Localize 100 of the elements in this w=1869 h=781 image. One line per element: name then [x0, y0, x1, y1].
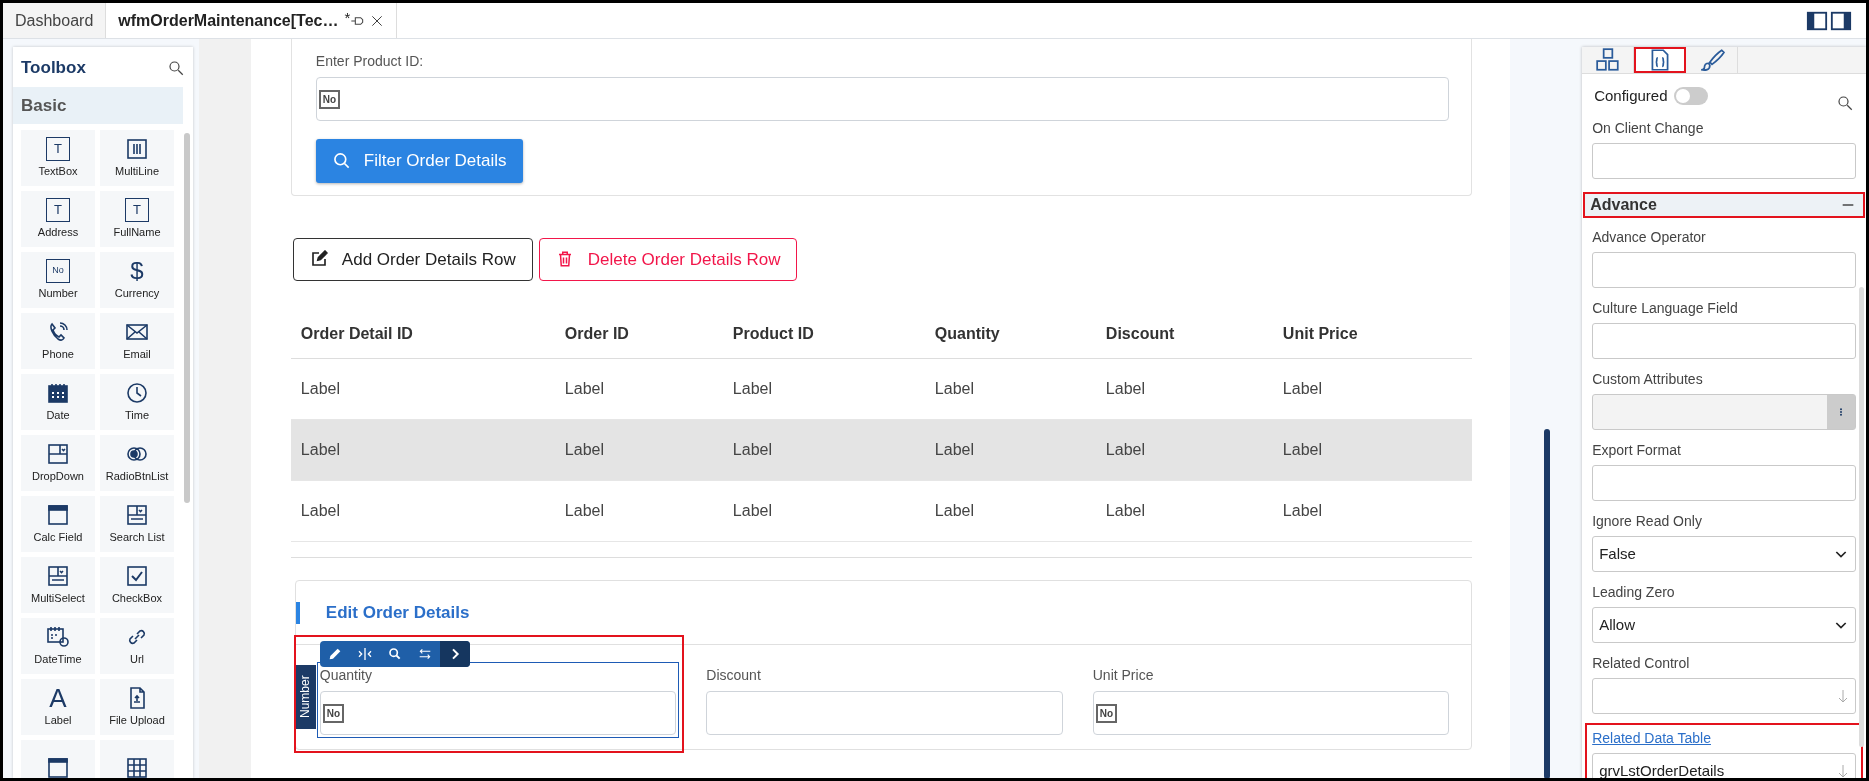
- toolbox-item[interactable]: CheckBox: [100, 557, 174, 613]
- edit-icon: [309, 250, 328, 269]
- toggle-switch[interactable]: [1673, 87, 1708, 105]
- table-cell-text: Label: [1282, 501, 1323, 521]
- input-field[interactable]: [706, 691, 1063, 735]
- delete-button[interactable]: Delete Order Details Row: [538, 237, 798, 281]
- input-field[interactable]: No: [1092, 691, 1450, 735]
- column-header: Product ID: [732, 323, 815, 344]
- input-field[interactable]: [1592, 465, 1856, 501]
- toolbox-item[interactable]: T FullName: [100, 191, 174, 247]
- input-field[interactable]: [1592, 323, 1856, 359]
- toolbox-item[interactable]: Date: [21, 374, 95, 430]
- form-field[interactable]: Discount: [706, 665, 1063, 735]
- table-cell-text: Label: [300, 501, 341, 521]
- column-header: Quantity: [934, 323, 1001, 344]
- group-header[interactable]: Basic: [13, 86, 183, 124]
- select-field[interactable]: False: [1592, 536, 1856, 572]
- input-field[interactable]: [1592, 143, 1856, 179]
- toolbox-item[interactable]: Phone: [21, 313, 95, 369]
- item-label: Address: [37, 224, 79, 240]
- panel-tab[interactable]: [1634, 47, 1687, 73]
- item-label: Date: [46, 407, 70, 423]
- table-cell-text: Label: [732, 379, 773, 399]
- toolbox-item[interactable]: Email: [100, 313, 174, 369]
- table-cell-text: Label: [564, 379, 605, 399]
- toolbox-item[interactable]: MultiLine: [100, 130, 174, 186]
- scrollbar[interactable]: [1859, 287, 1864, 747]
- field-label: Leading Zero: [1592, 583, 1676, 602]
- toolbox-item[interactable]: No Number: [21, 252, 95, 308]
- input-field[interactable]: No: [319, 691, 677, 735]
- field-label: Quantity: [319, 666, 373, 685]
- form-field[interactable]: Unit Price No: [1092, 665, 1450, 735]
- field-label: On Client Change: [1592, 119, 1705, 138]
- table-cell-text: Label: [300, 379, 341, 399]
- panel-layout-icon[interactable]: [1830, 9, 1852, 32]
- scrollbar[interactable]: [1544, 429, 1551, 778]
- split-icon[interactable]: [356, 646, 373, 662]
- search-icon[interactable]: [1836, 94, 1854, 112]
- scrollbar[interactable]: [183, 133, 190, 503]
- input-field[interactable]: grvLstOrderDetails: [1592, 753, 1856, 778]
- item-label: TextBox: [38, 163, 78, 179]
- toolbox-item[interactable]: RadioBtnList: [100, 435, 174, 491]
- letter-icon: A: [49, 685, 67, 710]
- currency-icon: $: [130, 258, 144, 283]
- panel-layout-icon[interactable]: [1806, 9, 1828, 32]
- add-button[interactable]: Add Order Details Row: [292, 237, 533, 281]
- item-label: Search List: [109, 529, 165, 545]
- item-label: Currency: [114, 285, 160, 301]
- toolbox-item[interactable]: Time: [100, 374, 174, 430]
- search-icon[interactable]: [386, 646, 403, 662]
- item-label: File Upload: [109, 712, 165, 728]
- toolbox-item[interactable]: $ Currency: [100, 252, 174, 308]
- toolbox-item[interactable]: Url: [100, 618, 174, 674]
- field-label: Enter Product ID:: [315, 52, 425, 71]
- input-field[interactable]: [1592, 394, 1856, 430]
- input-field[interactable]: [1592, 252, 1856, 288]
- table-cell-text: Label: [1282, 440, 1323, 460]
- panel-title: Toolbox: [21, 57, 86, 79]
- tab[interactable]: Dashboard: [3, 3, 107, 38]
- control-icon: [125, 380, 149, 405]
- field-label: Culture Language Field: [1592, 299, 1739, 318]
- field-icon: T: [46, 197, 70, 222]
- input-field[interactable]: [1592, 678, 1856, 714]
- item-label: Time: [124, 407, 149, 423]
- toolbox-item[interactable]: DropDown: [21, 435, 95, 491]
- field-label: Unit Price: [1092, 666, 1155, 685]
- item-label: Url: [129, 651, 145, 667]
- item-label: Phone: [42, 346, 74, 362]
- field-icon: T: [125, 197, 149, 222]
- search-icon: [331, 150, 352, 171]
- search-icon[interactable]: [166, 58, 185, 77]
- toolbox-item[interactable]: MultiSelect: [21, 557, 95, 613]
- select-field[interactable]: Allow: [1592, 607, 1856, 643]
- table-cell-text: Label: [1282, 379, 1323, 399]
- item-label: DropDown: [32, 468, 84, 484]
- toolbox-item[interactable]: Calc Field: [21, 496, 95, 552]
- item-label: Label: [44, 712, 72, 728]
- toolbox-item[interactable]: A Label: [21, 679, 95, 735]
- field-label: Related Control: [1592, 654, 1691, 673]
- field-label: Advance Operator: [1592, 228, 1707, 247]
- toolbox-item[interactable]: DateTime: [21, 618, 95, 674]
- item-label: MultiSelect: [31, 590, 85, 606]
- toolbox-item[interactable]: T Address: [21, 191, 95, 247]
- table-cell-text: Label: [564, 440, 605, 460]
- input-field[interactable]: No: [315, 77, 1450, 121]
- form-field[interactable]: Quantity No: [319, 665, 677, 735]
- number-icon: No: [322, 703, 345, 723]
- section-header[interactable]: Advance: [1584, 193, 1864, 217]
- table-row[interactable]: Label Label Label Label Label Label: [290, 420, 1473, 481]
- item-label: MultiLine: [115, 163, 159, 179]
- control-icon: [46, 624, 70, 649]
- close-icon[interactable]: [370, 13, 385, 28]
- toolbox-item[interactable]: T TextBox: [21, 130, 95, 186]
- control-icon: [46, 563, 70, 588]
- field-label: Custom Attributes: [1592, 370, 1704, 389]
- toolbox-item[interactable]: File Upload: [100, 679, 174, 735]
- toolbox-item[interactable]: Search List: [100, 496, 174, 552]
- filter-button[interactable]: Filter Order Details: [315, 139, 523, 183]
- field-link[interactable]: Related Data Table: [1592, 728, 1856, 749]
- table-cell-text: Label: [1105, 501, 1146, 521]
